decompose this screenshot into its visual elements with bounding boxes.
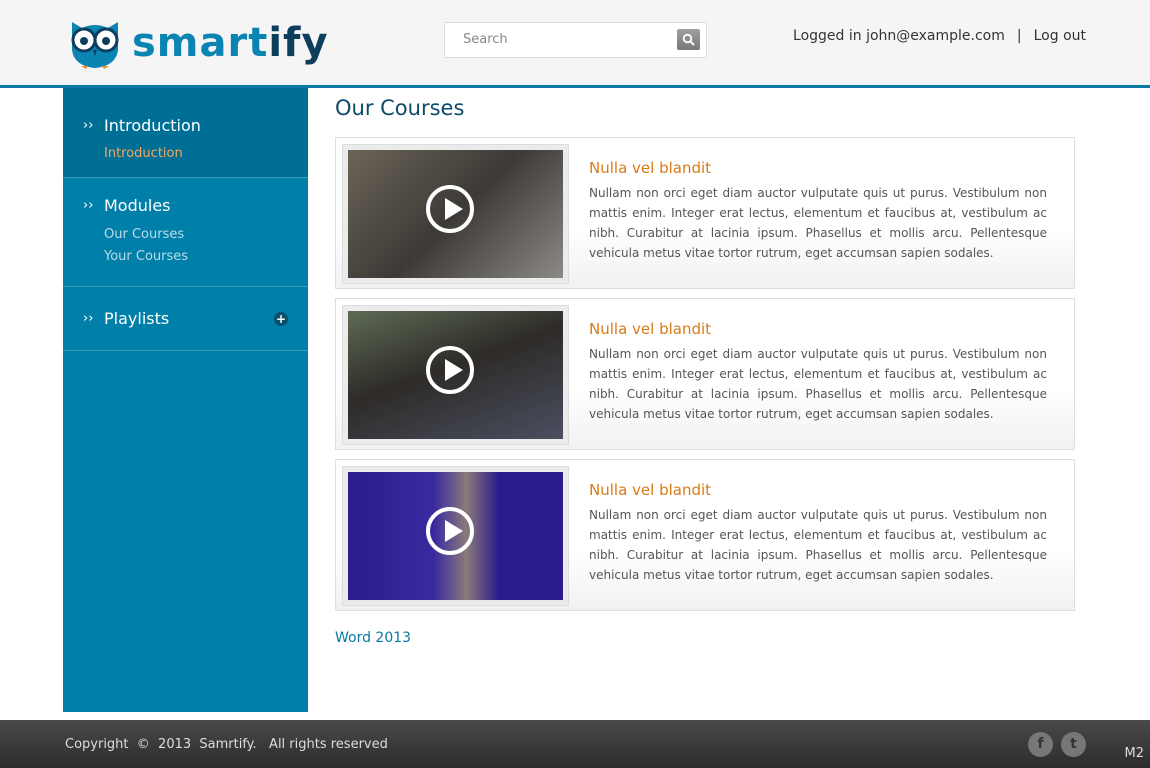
chevron-icon: ›› xyxy=(83,197,94,213)
play-icon[interactable] xyxy=(426,185,474,233)
facebook-icon[interactable]: f xyxy=(1028,732,1053,757)
course-title[interactable]: Nulla vel blandit xyxy=(589,320,711,338)
user-bar: Logged in john@example.com | Log out xyxy=(793,28,1086,44)
header: smartify Logged in john@example.com | Lo… xyxy=(0,0,1150,88)
course-description: Nullam non orci eget diam auctor vulputa… xyxy=(589,347,1047,421)
twitter-icon[interactable]: t xyxy=(1061,732,1086,757)
course-description: Nullam non orci eget diam auctor vulputa… xyxy=(589,186,1047,260)
play-icon[interactable] xyxy=(426,346,474,394)
course-card: Nulla vel blandit Nullam non orci eget d… xyxy=(335,459,1075,611)
sidebar-section-introduction: ›› Introduction Introduction xyxy=(63,88,308,178)
sidebar-heading-modules[interactable]: ›› Modules xyxy=(63,195,308,215)
course-title[interactable]: Nulla vel blandit xyxy=(589,159,711,177)
search-input[interactable] xyxy=(463,32,663,47)
sidebar-item-your-courses[interactable]: Your Courses xyxy=(63,246,308,268)
main-content: Our Courses Nulla vel blandit Nullam non… xyxy=(335,96,1075,646)
course-card: Nulla vel blandit Nullam non orci eget d… xyxy=(335,298,1075,450)
sidebar-section-playlists: ›› Playlists + xyxy=(63,287,308,351)
sidebar: ›› Introduction Introduction ›› Modules Ou… xyxy=(63,88,308,712)
page-title: Our Courses xyxy=(335,96,465,120)
word-2013-link[interactable]: Word 2013 xyxy=(335,630,411,646)
owl-logo-icon xyxy=(71,22,119,69)
logout-link[interactable]: Log out xyxy=(1034,28,1086,44)
sidebar-item-our-courses[interactable]: Our Courses xyxy=(63,224,308,246)
footer: Copyright © 2013 Samrtify. All rights re… xyxy=(0,720,1150,768)
corner-label: M2 xyxy=(1124,746,1145,761)
video-thumbnail[interactable] xyxy=(342,466,569,606)
sidebar-heading-introduction[interactable]: ›› Introduction xyxy=(63,115,308,135)
copyright: Copyright © 2013 Samrtify. All rights re… xyxy=(65,737,388,752)
logged-in-label: Logged in john@example.com xyxy=(793,28,1005,44)
separator: | xyxy=(1016,28,1022,44)
logo-text: smartify xyxy=(132,20,329,66)
video-thumbnail[interactable] xyxy=(342,144,569,284)
sidebar-item-introduction[interactable]: Introduction xyxy=(63,143,308,165)
logo[interactable]: smartify xyxy=(66,16,329,70)
chevron-icon: ›› xyxy=(83,117,94,133)
sidebar-heading-playlists[interactable]: ›› Playlists xyxy=(63,308,308,328)
course-description: Nullam non orci eget diam auctor vulputa… xyxy=(589,508,1047,582)
add-playlist-button[interactable]: + xyxy=(274,312,288,326)
course-title[interactable]: Nulla vel blandit xyxy=(589,481,711,499)
play-icon[interactable] xyxy=(426,507,474,555)
course-card: Nulla vel blandit Nullam non orci eget d… xyxy=(335,137,1075,289)
video-thumbnail[interactable] xyxy=(342,305,569,445)
search-button[interactable] xyxy=(677,29,700,50)
sidebar-section-modules: ›› Modules Our Courses Your Courses xyxy=(63,178,308,287)
chevron-icon: ›› xyxy=(83,310,94,326)
search-box xyxy=(444,22,707,58)
search-icon xyxy=(682,33,695,46)
